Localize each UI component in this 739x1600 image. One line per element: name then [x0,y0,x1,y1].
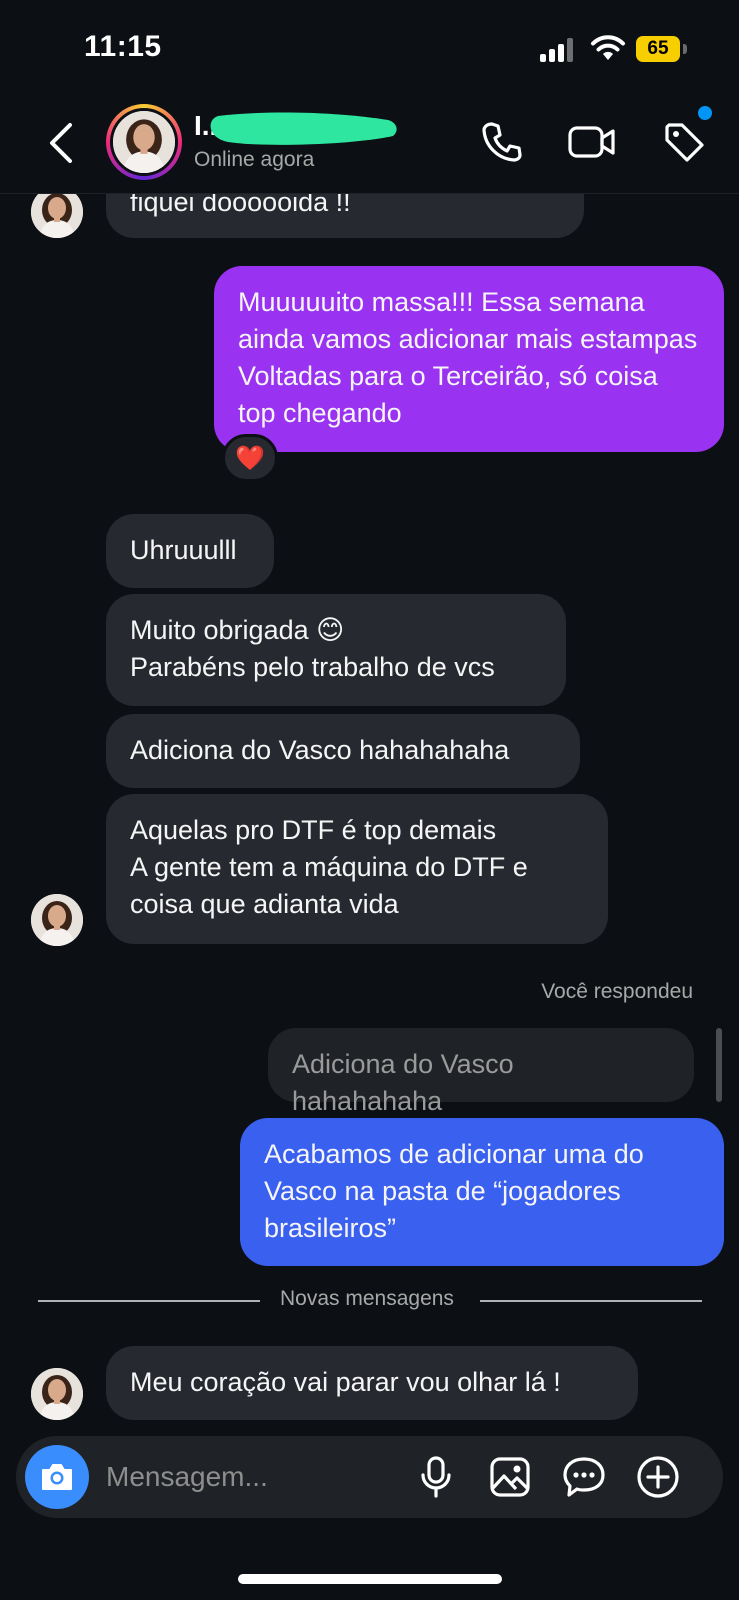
battery-icon: 65 [636,36,680,62]
received-message[interactable]: Meu coração vai parar vou olhar lá ! [106,1346,638,1420]
message-composer [16,1436,723,1518]
tag-icon[interactable] [656,114,712,170]
gallery-icon[interactable] [486,1453,534,1501]
divider-line-left [38,1300,260,1302]
sticker-icon[interactable] [560,1453,608,1501]
online-status: Online agora [194,148,315,171]
microphone-icon[interactable] [412,1453,460,1501]
received-message[interactable]: Uhruuulll [106,514,274,588]
back-icon[interactable] [40,118,82,168]
plus-icon[interactable] [634,1453,682,1501]
message-input[interactable] [106,1454,396,1500]
received-message[interactable]: Adiciona do Vasco hahahahaha [106,714,580,788]
cellular-signal-icon [540,38,578,62]
contact-avatar-story-ring[interactable] [106,104,182,180]
camera-icon[interactable] [25,1445,89,1509]
contact-message-avatar[interactable] [31,194,83,238]
home-indicator[interactable] [238,1574,502,1584]
video-camera-icon[interactable] [564,114,620,170]
status-bar: 11:15 65 [0,0,739,96]
received-message[interactable]: Aquelas pro DTF é top demais A gente tem… [106,794,608,944]
sent-message[interactable]: Acabamos de adicionar uma do Vasco na pa… [240,1118,724,1266]
quoted-message[interactable]: Adiciona do Vasco hahahahaha [268,1028,694,1116]
name-redaction-mark [188,108,408,150]
contact-message-avatar[interactable] [31,894,83,946]
contact-message-avatar[interactable] [31,1368,83,1420]
divider-line-right [480,1300,702,1302]
received-message[interactable]: Muito obrigada 😊 Parabéns pelo trabalho … [106,594,566,706]
replied-label: Você respondeu [541,980,693,1003]
phone-icon[interactable] [474,114,530,170]
notification-dot [698,106,712,120]
heart-reaction[interactable]: ❤️ [222,434,278,482]
sent-message[interactable]: Muuuuuito massa!!! Essa semana ainda vam… [214,266,724,452]
chat-header: I... Online agora [0,96,739,194]
reply-indicator-bar [716,1028,722,1102]
message-list[interactable]: fiquei doooooida !! Muuuuuito massa!!! E… [0,194,739,1434]
status-time: 11:15 [84,30,162,63]
wifi-icon [590,34,626,62]
new-messages-divider: Novas mensagens [280,1287,454,1310]
battery-tip [683,44,687,54]
received-message[interactable]: fiquei doooooida !! [106,194,584,238]
contact-avatar [113,111,175,173]
